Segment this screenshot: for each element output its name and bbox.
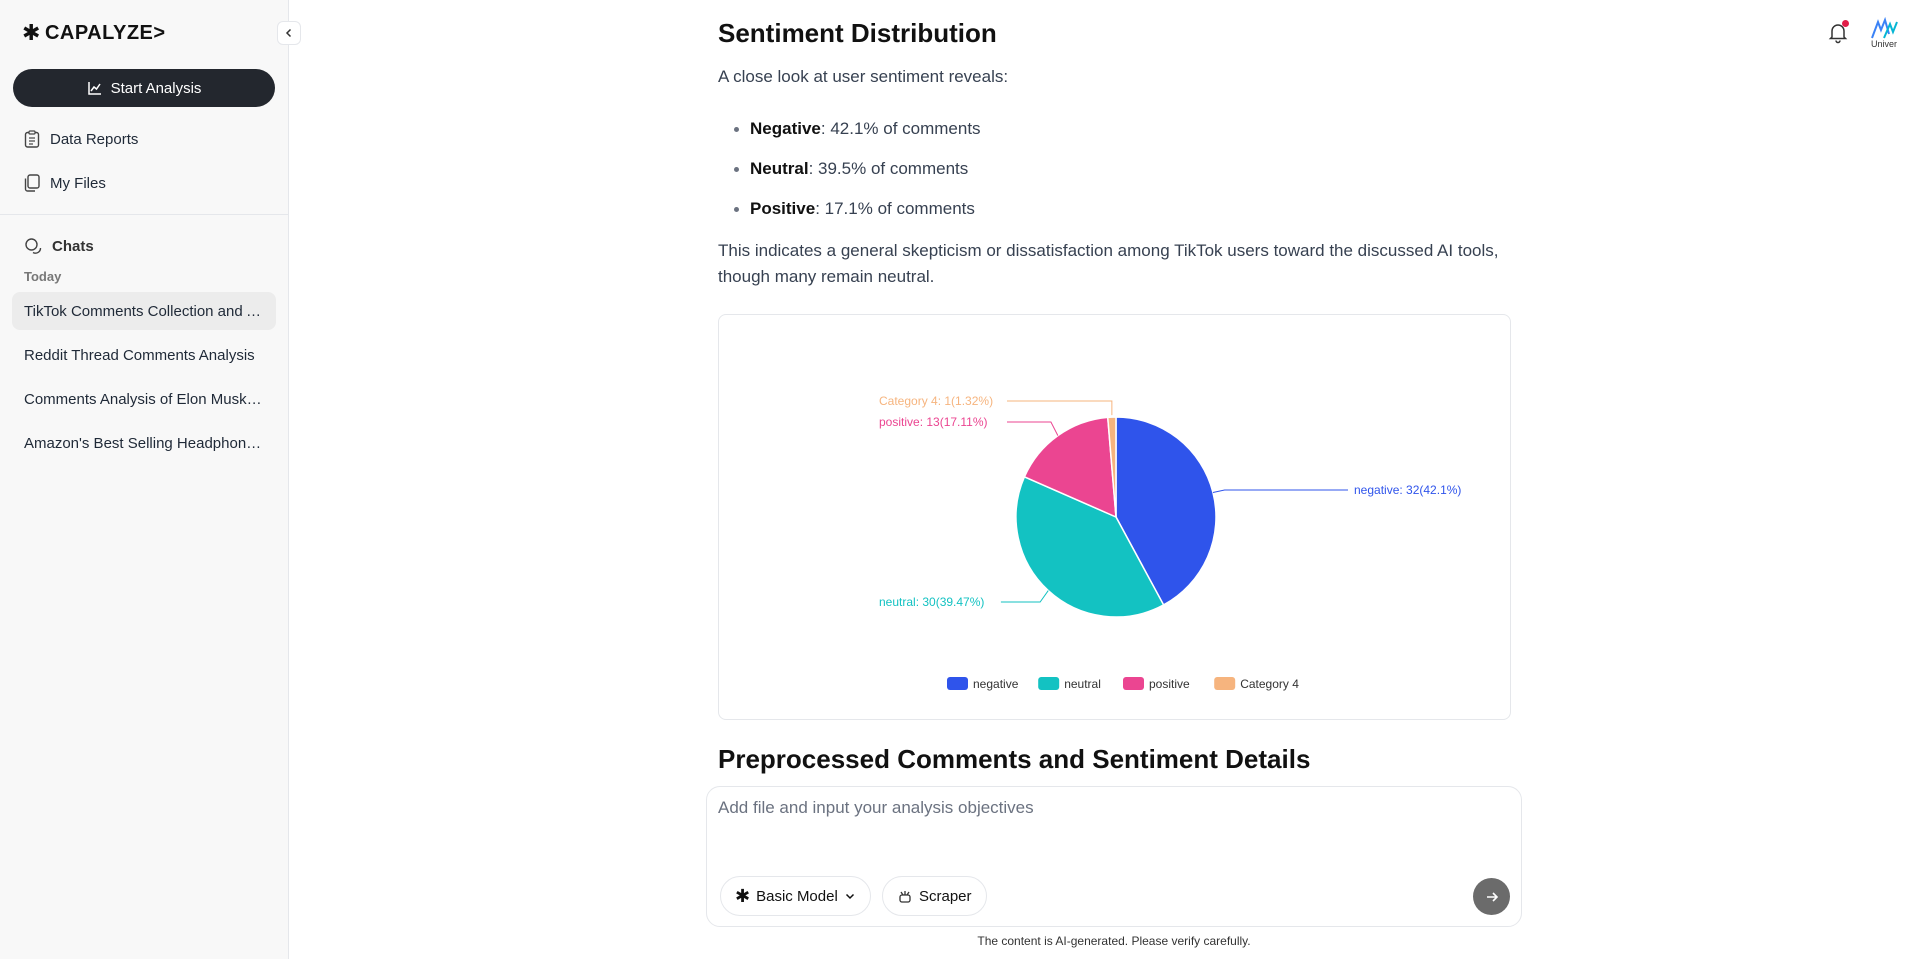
notification-dot [1842,20,1849,27]
chevron-down-icon [845,893,854,900]
chat-item-label: Amazon's Best Selling Headphones Analysi… [24,434,264,452]
app-logo[interactable]: ✱ CAPALYZE> [22,20,166,46]
intro-text: A close look at user sentiment reveals: [718,67,1009,86]
sidebar-item-label: Data Reports [50,130,139,148]
sidebar: ✱ CAPALYZE> Start Analysis Data Reports … [0,0,289,959]
chat-item-label: Reddit Thread Comments Analysis [24,346,255,364]
pie-data-label: negative: 32(42.1%) [1354,483,1461,497]
asterisk-icon: ✱ [735,885,751,906]
files-icon [24,174,40,192]
chats-label: Chats [52,237,94,255]
pie-leader-line [1000,590,1049,603]
list-item: Negative : 42.1% of comments [734,119,981,139]
collapse-sidebar-button[interactable] [277,21,301,45]
chats-header: Chats [24,237,94,255]
bullet-label: Negative [750,119,821,138]
list-item: Neutral : 39.5% of comments [734,159,968,179]
pie-leader-line [1007,400,1113,416]
list-item: Positive : 17.1% of comments [734,199,975,219]
logo-mark: ✱ [22,20,41,45]
clipboard-icon [24,130,40,148]
summary-text: This indicates a general skepticism or d… [718,241,1499,286]
legend-label[interactable]: positive [1149,677,1190,691]
chat-bubbles-icon [25,238,42,254]
chat-item[interactable]: Comments Analysis of Elon Musk's Post [12,380,276,418]
legend-swatch [1214,677,1236,690]
sidebar-item-label: My Files [50,174,106,192]
bullet-text: : 39.5% of comments [808,159,969,178]
today-label: Today [24,269,62,284]
sentiment-pie-chart[interactable]: negative: 32(42.1%) neutral: 30(39.47%) po… [719,315,1512,721]
ai-disclaimer: The content is AI-generated. Please veri… [977,934,1251,948]
pie-data-label: positive: 13(17.11%) [879,415,988,429]
sidebar-divider [0,214,289,215]
pie-leader-line [1007,421,1059,436]
chat-item[interactable]: Amazon's Best Selling Headphones Analysi… [12,424,276,462]
objective-input[interactable]: Add file and input your analysis objecti… [718,798,1034,818]
chat-item-label: TikTok Comments Collection and Analysis [24,302,264,320]
legend-swatch [1123,677,1144,690]
chart-line-icon [87,82,101,95]
pie-data-label: neutral: 30(39.47%) [879,595,984,609]
scraper-button[interactable]: Scraper [882,876,987,916]
scraper-icon [899,891,911,903]
scraper-label: Scraper [919,887,972,905]
send-button[interactable] [1473,878,1510,915]
logo-text: CAPALYZE> [44,21,166,44]
model-label: Basic Model [756,887,838,905]
legend-swatch [947,677,968,690]
bullet-label: Positive [750,199,816,218]
sidebar-item-my-files[interactable]: My Files [24,174,106,192]
section-heading-details: Preprocessed Comments and Sentiment Deta… [718,744,1311,774]
sidebar-item-data-reports[interactable]: Data Reports [24,130,138,148]
chat-item[interactable]: Reddit Thread Comments Analysis [12,336,276,374]
chart-card: negative: 32(42.1%) neutral: 30(39.47%) po… [718,314,1511,720]
legend-swatch [1038,677,1060,690]
avatar-label: Univer [1871,39,1898,49]
chat-item-label: Comments Analysis of Elon Musk's Post [24,390,264,408]
bullet-text: : 17.1% of comments [815,199,975,218]
pie-data-label: Category 4: 1(1.32%) [879,394,993,408]
bullet-text: : 42.1% of comments [820,119,981,138]
arrow-right-icon [1486,891,1498,902]
chevron-left-icon [285,28,292,38]
pie-leader-line [1212,489,1348,493]
legend-label[interactable]: negative [973,677,1019,691]
chat-item[interactable]: TikTok Comments Collection and Analysis [12,292,276,330]
model-select-button[interactable]: ✱ Basic Model [720,876,871,916]
start-analysis-button[interactable]: Start Analysis [13,69,275,107]
bullet-label: Neutral [750,159,809,178]
start-analysis-label: Start Analysis [110,79,202,97]
legend-label[interactable]: Category 4 [1240,677,1299,691]
section-heading: Sentiment Distribution [718,18,997,48]
legend-label[interactable]: neutral [1064,677,1101,691]
